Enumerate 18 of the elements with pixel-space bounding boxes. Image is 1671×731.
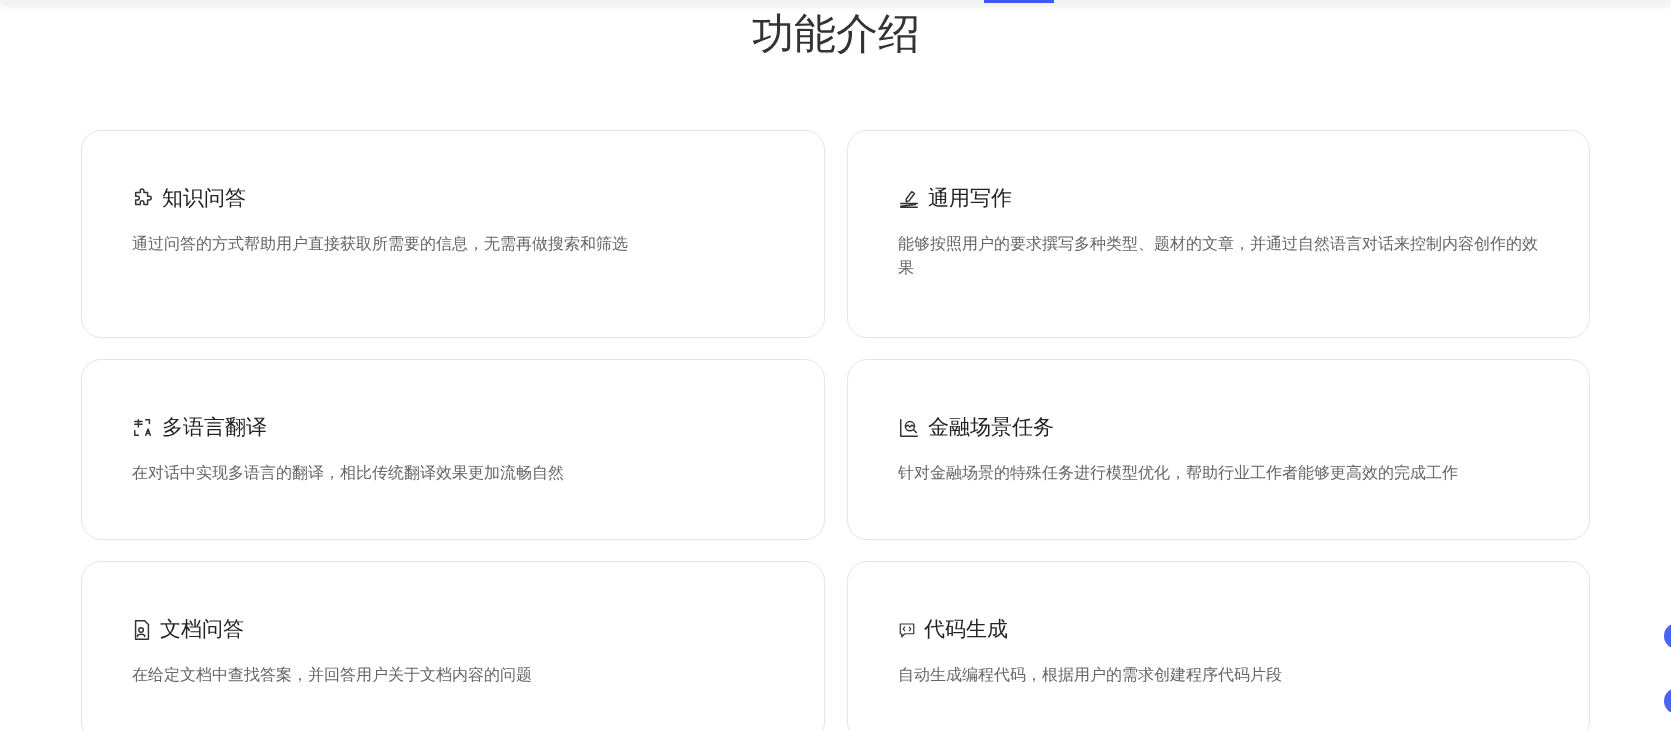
feature-description: 在对话中实现多语言的翻译，相比传统翻译效果更加流畅自然 xyxy=(132,462,565,484)
document-user-icon xyxy=(132,618,152,641)
section-title: 功能介绍 xyxy=(751,8,920,60)
feature-description: 自动生成编程代码，根据用户的需求创建程序代码片段 xyxy=(897,664,1283,686)
code-chat-icon xyxy=(897,620,916,639)
feature-description: 通过问答的方式帮助用户直接获取所需要的信息，无需再做搜索和筛选 xyxy=(132,233,629,255)
feature-title: 金融场景任务 xyxy=(927,414,1054,441)
feature-description: 能够按照用户的要求撰写多种类型、题材的文章，并通过自然语言对话来控制内容创作的效果 xyxy=(897,233,1539,279)
feature-title: 多语言翻译 xyxy=(162,414,267,441)
nav-active-indicator xyxy=(984,0,1054,3)
feature-title: 知识问答 xyxy=(162,185,246,212)
chart-magnifier-icon xyxy=(897,416,920,439)
feature-description: 针对金融场景的特殊任务进行模型优化，帮助行业工作者能够更高效的完成工作 xyxy=(897,462,1459,484)
translate-icon xyxy=(132,416,154,439)
feature-title: 通用写作 xyxy=(927,185,1012,212)
feature-title: 文档问答 xyxy=(160,616,244,643)
feature-title: 代码生成 xyxy=(923,616,1008,643)
feature-description: 在给定文档中查找答案，并回答用户关于文档内容的问题 xyxy=(132,664,533,686)
